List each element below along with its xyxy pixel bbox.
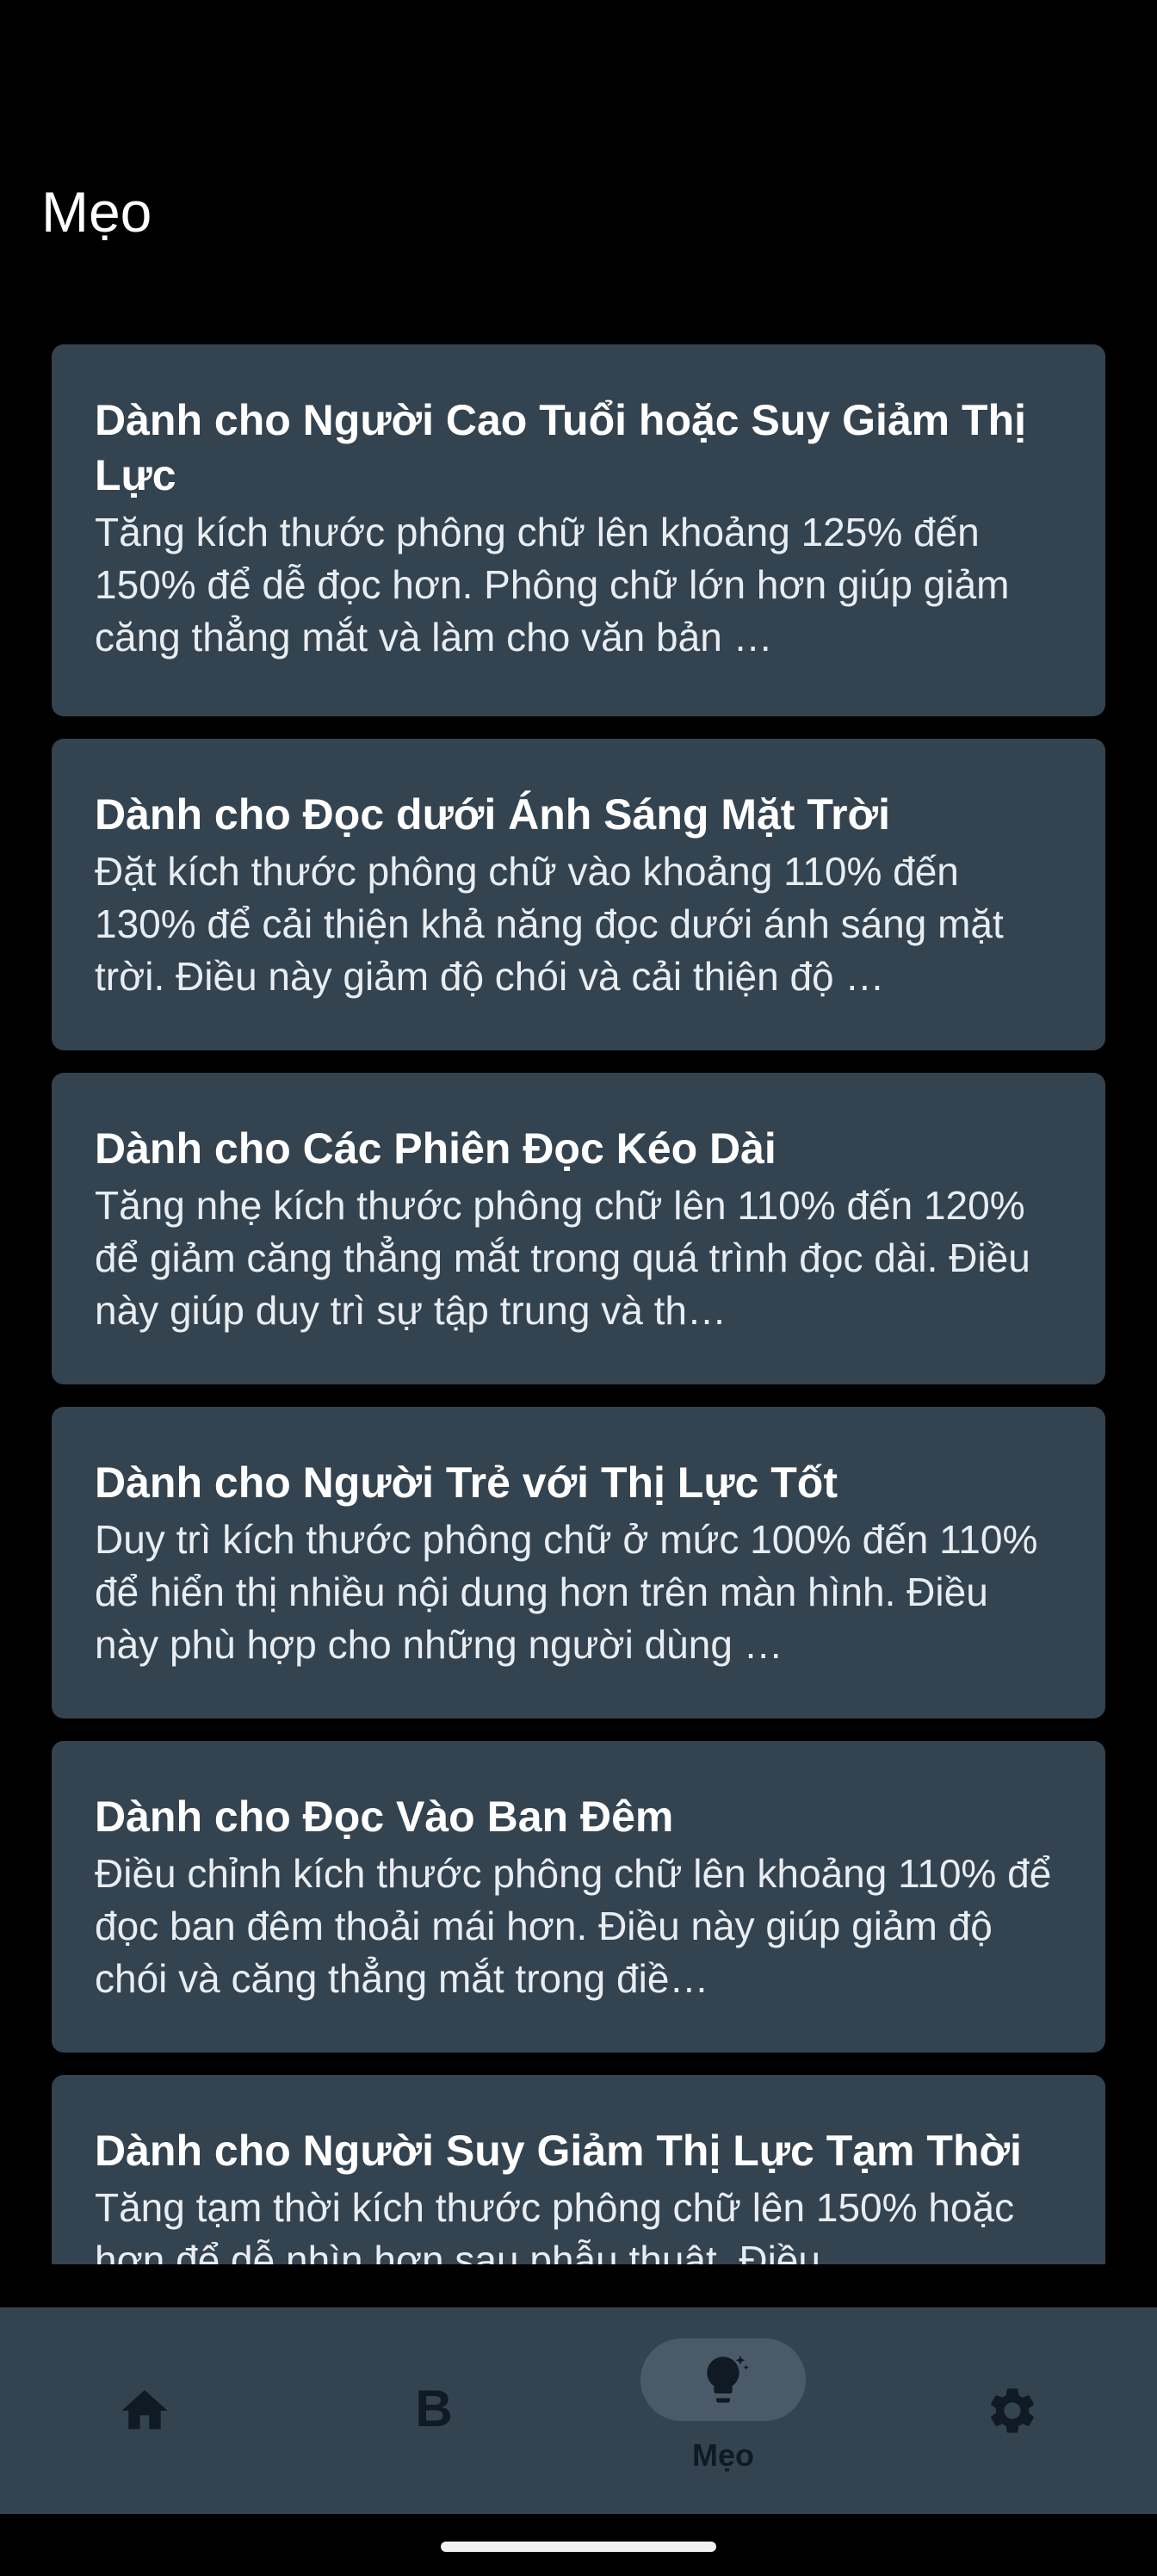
nav-item-settings[interactable] — [868, 2307, 1157, 2514]
tip-description: Tăng nhẹ kích thước phông chữ lên 110% đ… — [95, 1183, 1030, 1333]
tip-card-temporary-impairment[interactable]: Dành cho Người Suy Giảm Thị Lực Tạm Thời… — [52, 2075, 1105, 2264]
bottom-nav-bar: B Mẹo — [0, 2307, 1157, 2514]
tip-card-young-users[interactable]: Dành cho Người Trẻ với Thị Lực Tốt Duy t… — [52, 1407, 1105, 1718]
nav-item-tips[interactable]: Mẹo — [578, 2307, 868, 2514]
home-icon — [121, 2390, 168, 2430]
page-title: Mẹo — [41, 180, 152, 244]
active-indicator-pill — [640, 2338, 806, 2421]
lightbulb-sparkle-icon — [707, 2356, 749, 2403]
tip-title: Dành cho Người Suy Giảm Thị Lực Tạm Thời — [95, 2127, 1022, 2175]
gear-icon — [991, 2388, 1034, 2433]
tip-card-night-reading[interactable]: Dành cho Đọc Vào Ban Đêm Điều chỉnh kích… — [52, 1741, 1105, 2053]
tip-card-sunlight[interactable]: Dành cho Đọc dưới Ánh Sáng Mặt Trời Đặt … — [52, 739, 1105, 1050]
nav-item-b[interactable]: B — [289, 2307, 578, 2514]
tip-description: Tăng kích thước phông chữ lên khoảng 125… — [95, 510, 1010, 659]
tip-title: Dành cho Đọc dưới Ánh Sáng Mặt Trời — [95, 790, 890, 839]
tip-title: Dành cho Người Cao Tuổi hoặc Suy Giảm Th… — [95, 396, 1027, 499]
tips-list: Dành cho Người Cao Tuổi hoặc Suy Giảm Th… — [52, 344, 1105, 2264]
tip-title: Dành cho Các Phiên Đọc Kéo Dài — [95, 1124, 776, 1173]
b-icon: B — [415, 2380, 453, 2437]
tip-card-elderly[interactable]: Dành cho Người Cao Tuổi hoặc Suy Giảm Th… — [52, 344, 1105, 716]
tip-title: Dành cho Người Trẻ với Thị Lực Tốt — [95, 1458, 838, 1507]
tip-description: Điều chỉnh kích thước phông chữ lên khoả… — [95, 1851, 1052, 2001]
nav-item-home[interactable] — [0, 2307, 289, 2514]
home-indicator[interactable] — [441, 2542, 716, 2552]
tip-description: Đặt kích thước phông chữ vào khoảng 110%… — [95, 849, 1004, 999]
tip-description: Duy trì kích thước phông chữ ở mức 100% … — [95, 1517, 1038, 1667]
tips-list-viewport[interactable]: Dành cho Người Cao Tuổi hoặc Suy Giảm Th… — [0, 344, 1157, 2264]
tip-title: Dành cho Đọc Vào Ban Đêm — [95, 1793, 674, 1841]
tip-description: Tăng tạm thời kích thước phông chữ lên 1… — [95, 2185, 1015, 2264]
nav-label-tips: Mẹo — [692, 2437, 754, 2473]
tip-card-long-sessions[interactable]: Dành cho Các Phiên Đọc Kéo Dài Tăng nhẹ … — [52, 1073, 1105, 1384]
